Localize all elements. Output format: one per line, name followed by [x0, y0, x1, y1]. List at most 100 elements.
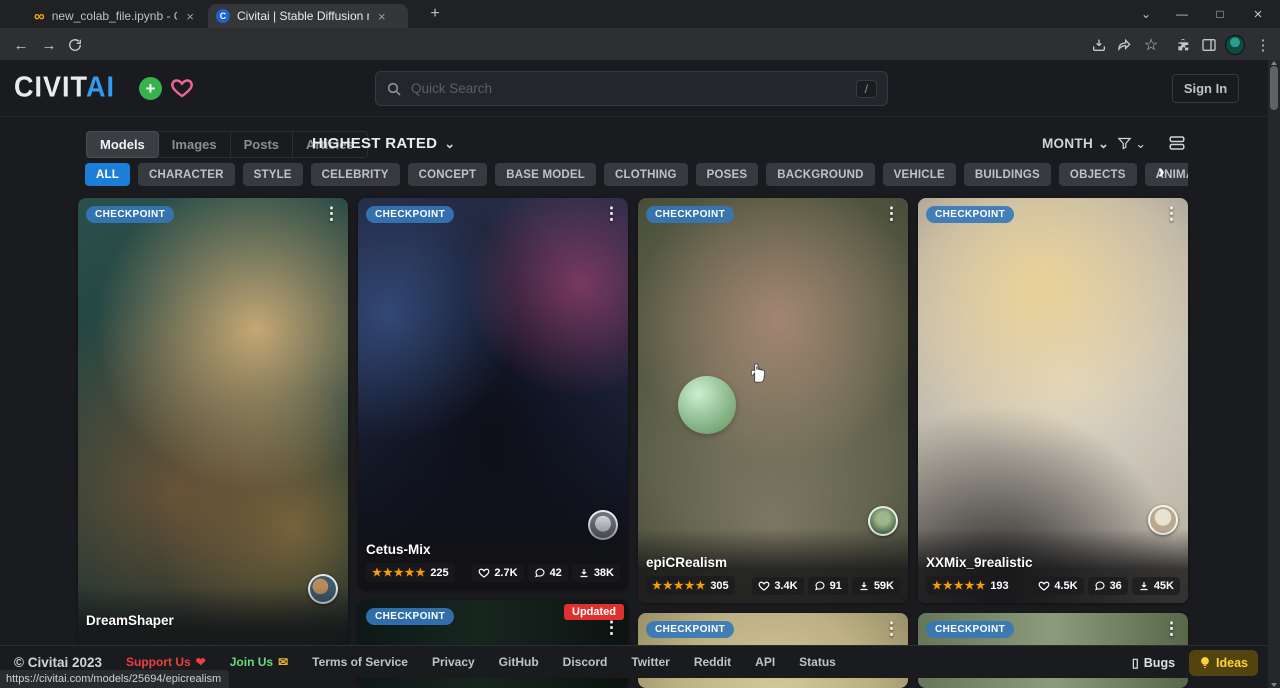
- scroll-down-arrow[interactable]: [1271, 683, 1277, 687]
- stars: ★★★★★: [932, 579, 986, 592]
- chip-vehicle[interactable]: VEHICLE: [883, 163, 956, 186]
- browser-toolbar: ← → civitai.com ☆: [0, 28, 1280, 60]
- forward-icon[interactable]: →: [38, 34, 60, 56]
- card-menu-icon[interactable]: ⋮: [883, 204, 900, 224]
- sign-in-button[interactable]: Sign In: [1172, 74, 1239, 103]
- chip-style[interactable]: STYLE: [243, 163, 303, 186]
- rating-pill: ★★★★★ 305: [646, 576, 735, 595]
- chip-base-model[interactable]: BASE MODEL: [495, 163, 596, 186]
- reload-icon[interactable]: [64, 34, 86, 56]
- checkpoint-badge: CHECKPOINT: [646, 621, 734, 638]
- new-tab-button[interactable]: +: [424, 3, 446, 25]
- chip-celebrity[interactable]: CELEBRITY: [311, 163, 400, 186]
- card-menu-icon[interactable]: ⋮: [603, 204, 620, 224]
- chips-scroll-right-icon[interactable]: ›: [1158, 161, 1165, 184]
- status-link[interactable]: Status: [799, 655, 836, 669]
- api-link[interactable]: API: [755, 655, 775, 669]
- chip-objects[interactable]: OBJECTS: [1059, 163, 1137, 186]
- browser-tab-civitai[interactable]: C Civitai | Stable Diffusion models, ×: [208, 4, 408, 28]
- page-scrollbar[interactable]: [1268, 60, 1280, 688]
- tab-close-icon[interactable]: ×: [376, 9, 388, 24]
- model-title: epiCRealism: [646, 555, 900, 570]
- lightbulb-icon: [1199, 656, 1211, 670]
- tab-title: new_colab_file.ipynb - Colaborat: [52, 9, 178, 23]
- scroll-up-arrow[interactable]: [1271, 61, 1277, 65]
- chip-character[interactable]: CHARACTER: [138, 163, 235, 186]
- checkpoint-badge: CHECKPOINT: [366, 608, 454, 625]
- checkpoint-badge: CHECKPOINT: [86, 206, 174, 223]
- downloads-count: 38K: [594, 567, 614, 579]
- likes-pill: 4.5K: [1032, 577, 1083, 595]
- chip-all[interactable]: ALL: [85, 163, 130, 186]
- chip-background[interactable]: BACKGROUND: [766, 163, 874, 186]
- window-maximize-button[interactable]: □: [1202, 0, 1238, 28]
- heart-icon: ❤: [196, 655, 206, 669]
- profile-avatar[interactable]: [1224, 34, 1246, 56]
- create-plus-button[interactable]: +: [139, 77, 162, 100]
- favorites-heart-icon[interactable]: [170, 76, 194, 100]
- back-icon[interactable]: ←: [10, 34, 32, 56]
- join-us-link[interactable]: Join Us ✉: [230, 655, 288, 669]
- search-input[interactable]: [411, 81, 847, 96]
- tab-images[interactable]: Images: [159, 131, 231, 158]
- filter-funnel-icon[interactable]: ⌄: [1117, 136, 1146, 151]
- bookmark-star-icon[interactable]: ☆: [1140, 34, 1162, 56]
- side-panel-icon[interactable]: [1198, 34, 1220, 56]
- chip-clothing[interactable]: CLOTHING: [604, 163, 688, 186]
- card-menu-icon[interactable]: ⋮: [883, 619, 900, 639]
- chevron-down-icon: ⌄: [1135, 137, 1146, 150]
- discord-link[interactable]: Discord: [563, 655, 608, 669]
- card-menu-icon[interactable]: ⋮: [323, 204, 340, 224]
- model-title: XXMix_9realistic: [926, 555, 1180, 570]
- share-icon[interactable]: [1114, 34, 1136, 56]
- period-dropdown[interactable]: MONTH ⌄: [1042, 136, 1109, 151]
- chip-poses[interactable]: POSES: [696, 163, 759, 186]
- model-card-xxmix9realistic[interactable]: CHECKPOINT ⋮ XXMix_9realistic ★★★★★ 193 …: [918, 198, 1188, 603]
- checkpoint-badge: CHECKPOINT: [646, 206, 734, 223]
- chip-animal[interactable]: ANIMAL: [1145, 163, 1188, 186]
- layout-toggle-icon[interactable]: [1168, 134, 1186, 152]
- search-shortcut-key: /: [856, 80, 877, 98]
- checkpoint-badge: CHECKPOINT: [366, 206, 454, 223]
- scrollbar-thumb[interactable]: [1270, 66, 1278, 110]
- support-us-link[interactable]: Support Us ❤: [126, 655, 206, 669]
- civitai-logo[interactable]: CIVITAI: [14, 71, 115, 104]
- sort-dropdown[interactable]: HIGHEST RATED ⌄: [312, 135, 456, 152]
- download-page-icon[interactable]: [1088, 34, 1110, 56]
- github-link[interactable]: GitHub: [499, 655, 539, 669]
- likes-count: 2.7K: [494, 567, 517, 579]
- card-stats: ★★★★★ 225 2.7K 42 38K: [366, 563, 620, 582]
- privacy-link[interactable]: Privacy: [432, 655, 475, 669]
- terms-link[interactable]: Terms of Service: [312, 655, 408, 669]
- card-menu-icon[interactable]: ⋮: [1163, 619, 1180, 639]
- window-close-button[interactable]: ×: [1240, 0, 1276, 28]
- quick-search-bar[interactable]: /: [375, 71, 888, 106]
- tab-models[interactable]: Models: [86, 131, 159, 158]
- chip-concept[interactable]: CONCEPT: [408, 163, 488, 186]
- ideas-button[interactable]: Ideas: [1189, 650, 1258, 676]
- card-menu-icon[interactable]: ⋮: [1163, 204, 1180, 224]
- twitter-link[interactable]: Twitter: [631, 655, 669, 669]
- chip-buildings[interactable]: BUILDINGS: [964, 163, 1051, 186]
- rating-pill: ★★★★★ 193: [926, 576, 1015, 595]
- card-menu-icon[interactable]: ⋮: [603, 618, 620, 638]
- heart-icon: [758, 580, 770, 592]
- comments-pill: 42: [528, 564, 568, 582]
- link-status-bubble: https://civitai.com/models/25694/epicrea…: [0, 670, 229, 688]
- download-icon: [1138, 580, 1150, 592]
- tab-close-icon[interactable]: ×: [184, 9, 196, 24]
- model-card-epicrealism[interactable]: CHECKPOINT ⋮ epiCRealism ★★★★★ 305 3.4K …: [638, 198, 908, 603]
- window-minimize-button[interactable]: —: [1164, 0, 1200, 28]
- category-chips: ALL CHARACTER STYLE CELEBRITY CONCEPT BA…: [85, 163, 1188, 187]
- tab-search-chevron-icon[interactable]: ⌄: [1128, 0, 1164, 28]
- extensions-puzzle-icon[interactable]: [1172, 34, 1194, 56]
- browser-tab-colab[interactable]: ∞ new_colab_file.ipynb - Colaborat ×: [26, 4, 204, 28]
- model-card-dreamshaper[interactable]: CHECKPOINT ⋮ DreamShaper: [78, 198, 348, 668]
- bug-icon: ▯: [1132, 655, 1139, 670]
- model-card-cetus-mix[interactable]: CHECKPOINT ⋮ Cetus-Mix ★★★★★ 225 2.7K 42: [358, 198, 628, 590]
- downloads-pill: 45K: [1132, 577, 1180, 595]
- bugs-link[interactable]: ▯ Bugs: [1132, 655, 1175, 670]
- tab-posts[interactable]: Posts: [231, 131, 293, 158]
- reddit-link[interactable]: Reddit: [694, 655, 731, 669]
- browser-menu-icon[interactable]: ⋮: [1252, 34, 1274, 56]
